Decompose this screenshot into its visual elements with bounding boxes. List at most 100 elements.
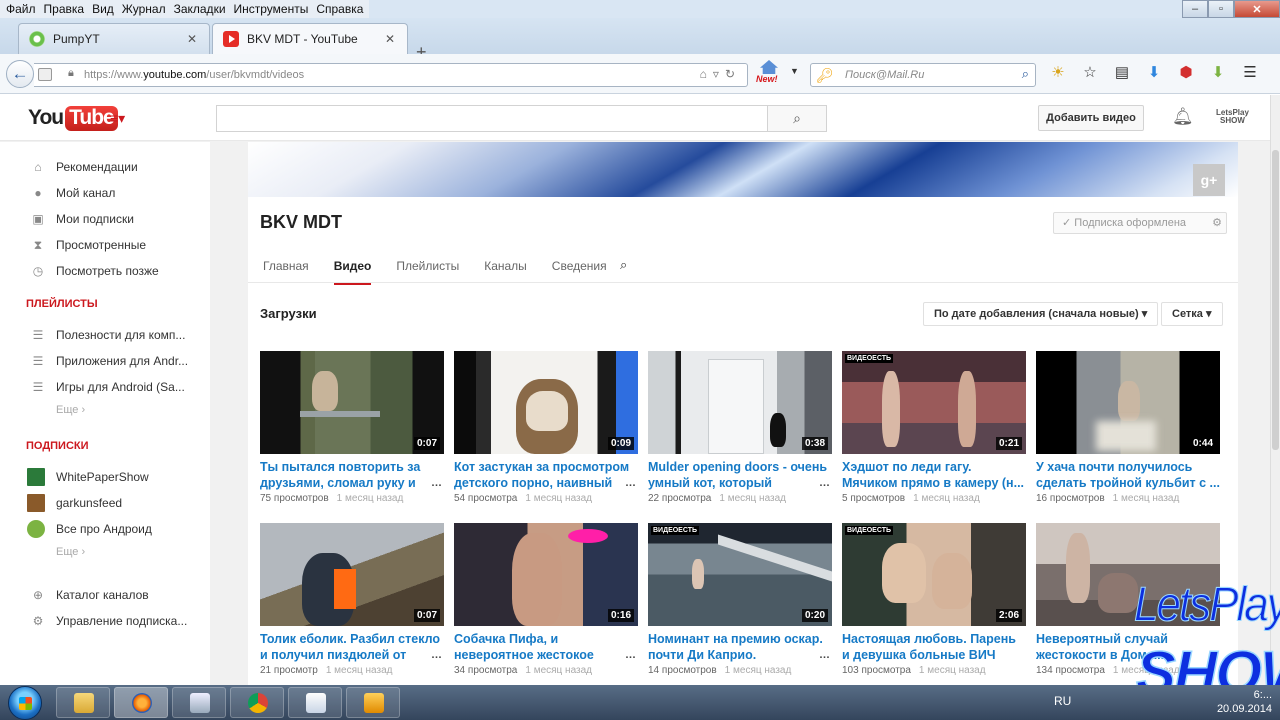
- tab-pumpyt[interactable]: PumpYT ✕: [18, 23, 210, 54]
- youtube-search-input[interactable]: [216, 105, 768, 132]
- savefrom-icon[interactable]: ⬇: [1202, 62, 1234, 84]
- close-tab-icon[interactable]: ✕: [383, 32, 397, 46]
- upload-video-button[interactable]: Добавить видео: [1038, 105, 1144, 131]
- video-meta: 103 просмотра 1 месяц назад: [842, 665, 986, 676]
- youtube-search-button[interactable]: ⌕: [767, 105, 827, 132]
- video-title[interactable]: Mulder opening doors - очень умный кот, …: [648, 459, 832, 491]
- sidebar-item-playlist[interactable]: ☰ Игры для Android (Sa...: [0, 374, 210, 400]
- video-thumbnail[interactable]: 0:44: [1036, 351, 1220, 454]
- paint-icon: [190, 693, 210, 713]
- sidebar-item-channel-catalog[interactable]: ⊕ Каталог каналов: [0, 582, 210, 608]
- google-plus-icon[interactable]: g+: [1193, 164, 1225, 196]
- tab-youtube[interactable]: BKV MDT - YouTube ✕: [212, 23, 408, 54]
- sidebar-item-subscription[interactable]: WhitePaperShow: [0, 464, 210, 490]
- channel-title[interactable]: BKV MDT: [260, 212, 342, 233]
- taskbar-chrome[interactable]: [230, 687, 284, 718]
- sort-dropdown[interactable]: По дате добавления (сначала новые) ▾: [923, 302, 1159, 326]
- menu-view[interactable]: Вид: [88, 0, 118, 18]
- clock[interactable]: 6:... 20.09.2014: [1217, 688, 1272, 716]
- menu-edit[interactable]: Правка: [40, 0, 89, 18]
- sidebar-item-manage-subscriptions[interactable]: ⚙ Управление подписка...: [0, 608, 210, 634]
- sidebar-item-watch-later[interactable]: ◷ Посмотреть позже: [0, 258, 210, 284]
- channel-avatar: [27, 494, 45, 512]
- notifications-bell-icon[interactable]: 🔔︎: [1172, 107, 1194, 127]
- menu-help[interactable]: Справка: [312, 0, 367, 18]
- mail-search-input[interactable]: 🔑︎ Поиск@Mail.Ru ⌕: [810, 63, 1036, 87]
- video-thumbnail[interactable]: 0:09: [454, 351, 638, 454]
- video-thumbnail[interactable]: 0:07: [260, 351, 444, 454]
- sidebar-item-recommended[interactable]: ⌂ Рекомендации: [0, 154, 210, 180]
- video-title[interactable]: Номинант на премию оскар. почти Ди Капри…: [648, 631, 832, 663]
- video-title[interactable]: У хача почти получилось сделать тройной …: [1036, 459, 1220, 491]
- tab-bar: PumpYT ✕ BKV MDT - YouTube ✕ +: [0, 18, 1280, 62]
- reload-icon[interactable]: ↻: [725, 67, 741, 81]
- sidebar-item-playlist[interactable]: ☰ Приложения для Andr...: [0, 348, 210, 374]
- menu-tools[interactable]: Инструменты: [230, 0, 313, 18]
- gear-icon[interactable]: ⚙: [1212, 213, 1222, 233]
- video-title[interactable]: Настоящая любовь. Парень и девушка больн…: [842, 631, 1026, 663]
- video-card[interactable]: 0:44 У хача почти получилось сделать тро…: [1036, 351, 1220, 511]
- close-window-button[interactable]: ✕: [1234, 0, 1280, 18]
- channel-search-icon[interactable]: ⌕: [620, 257, 627, 273]
- account-avatar[interactable]: LetsPlay SHOW: [1216, 109, 1249, 125]
- video-card[interactable]: ВИДЕОЕСТЬ 2:06 Настоящая любовь. Парень …: [842, 523, 1026, 683]
- video-thumbnail[interactable]: 0:16: [454, 523, 638, 626]
- bookmark-star-icon[interactable]: ▿: [713, 67, 725, 81]
- sidebar-item-playlist[interactable]: ☰ Полезности для комп...: [0, 322, 210, 348]
- mail-home-new-button[interactable]: New!: [756, 58, 782, 86]
- menu-history[interactable]: Журнал: [118, 0, 170, 18]
- video-card[interactable]: 0:38 Mulder opening doors - очень умный …: [648, 351, 832, 511]
- sidebar-item-subscription[interactable]: garkunsfeed: [0, 490, 210, 516]
- close-tab-icon[interactable]: ✕: [185, 32, 199, 46]
- guide-menu-icon[interactable]: ≡▾: [110, 110, 125, 127]
- search-icon[interactable]: ⌕: [1022, 66, 1029, 82]
- chevron-down-icon[interactable]: ▼: [790, 66, 799, 76]
- video-card[interactable]: 0:07 Ты пытался повторить за друзьями, с…: [260, 351, 444, 511]
- taskbar-editor[interactable]: [288, 687, 342, 718]
- video-card[interactable]: ВИДЕОЕСТЬ 0:21 Хэдшот по леди гагу. Мячи…: [842, 351, 1026, 511]
- minimize-button[interactable]: –: [1182, 0, 1208, 18]
- sidebar-item-subscription[interactable]: Все про Андроид: [0, 516, 210, 542]
- menu-icon[interactable]: ☰: [1234, 62, 1266, 84]
- taskbar-explorer[interactable]: [56, 687, 110, 718]
- more-subscriptions-link[interactable]: Еще ›: [56, 546, 85, 558]
- video-card[interactable]: 0:09 Кот застукан за просмотром детского…: [454, 351, 638, 511]
- video-thumbnail[interactable]: 0:07: [260, 523, 444, 626]
- video-title[interactable]: Ты пытался повторить за друзьями, сломал…: [260, 459, 444, 491]
- subscribed-button[interactable]: ✓ Подписка оформлена ⚙: [1053, 212, 1227, 234]
- home-icon[interactable]: ⌂: [700, 67, 713, 81]
- video-title[interactable]: Толик еболик. Разбил стекло и получил пи…: [260, 631, 444, 663]
- video-title[interactable]: Хэдшот по леди гагу. Мячиком прямо в кам…: [842, 459, 1026, 491]
- taskbar-app[interactable]: [172, 687, 226, 718]
- sidebar-item-my-channel[interactable]: ● Мой канал: [0, 180, 210, 206]
- view-dropdown[interactable]: Сетка ▾: [1161, 302, 1223, 326]
- bookmark-star-icon[interactable]: ☆: [1074, 62, 1106, 84]
- taskbar-media[interactable]: [346, 687, 400, 718]
- video-thumbnail[interactable]: ВИДЕОЕСТЬ 2:06: [842, 523, 1026, 626]
- video-title[interactable]: Кот застукан за просмотром детского порн…: [454, 459, 638, 491]
- maximize-button[interactable]: ▫: [1208, 0, 1234, 18]
- adblock-icon[interactable]: ⬢: [1170, 62, 1202, 84]
- youtube-logo[interactable]: You Tube: [28, 104, 118, 132]
- back-button[interactable]: ←: [6, 60, 34, 88]
- video-card[interactable]: 0:16 Собачка Пифа, и невероятное жестоко…: [454, 523, 638, 683]
- download-icon[interactable]: ⬇: [1138, 62, 1170, 84]
- more-playlists-link[interactable]: Еще ›: [56, 404, 85, 416]
- video-thumbnail[interactable]: ВИДЕОЕСТЬ 0:21: [842, 351, 1026, 454]
- sidebar-item-history[interactable]: ⧗ Просмотренные: [0, 232, 210, 258]
- video-thumbnail[interactable]: 0:38: [648, 351, 832, 454]
- address-bar[interactable]: 🔒︎ https://www.youtube.com/user/bkvmdt/v…: [34, 63, 748, 87]
- video-card[interactable]: ВИДЕОЕСТЬ 0:20 Номинант на премию оскар.…: [648, 523, 832, 683]
- menu-bookmarks[interactable]: Закладки: [170, 0, 230, 18]
- video-thumbnail[interactable]: ВИДЕОЕСТЬ 0:20: [648, 523, 832, 626]
- sidebar-item-subscriptions[interactable]: ▣ Мои подписки: [0, 206, 210, 232]
- video-title[interactable]: Собачка Пифа, и невероятное жестокое…: [454, 631, 638, 663]
- video-card[interactable]: 0:07 Толик еболик. Разбил стекло и получ…: [260, 523, 444, 683]
- menu-file[interactable]: Файл: [2, 0, 40, 18]
- taskbar-firefox[interactable]: [114, 687, 168, 718]
- scrollbar-thumb[interactable]: [1272, 150, 1279, 450]
- bookmarks-list-icon[interactable]: ▤: [1106, 62, 1138, 84]
- language-indicator[interactable]: RU: [1054, 694, 1071, 708]
- weather-icon[interactable]: ☀: [1042, 62, 1074, 84]
- start-button[interactable]: [8, 686, 42, 720]
